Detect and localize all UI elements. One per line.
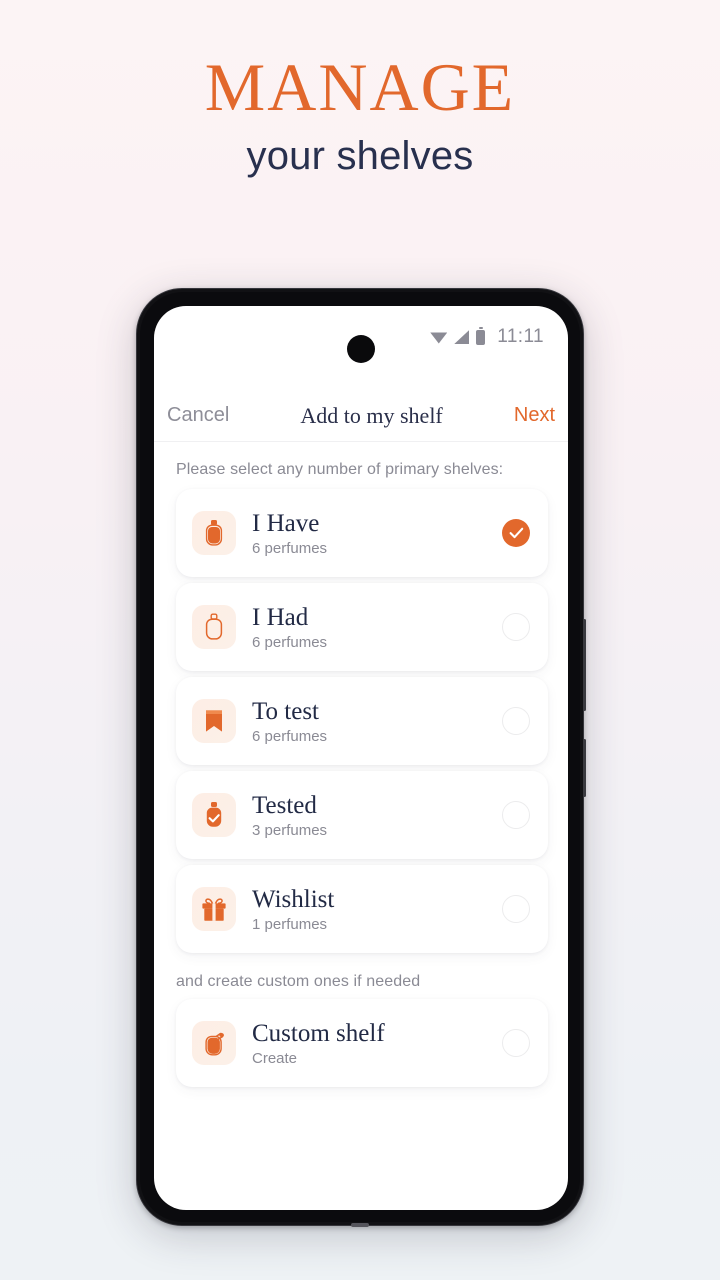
perfume-bottle-outline-icon (192, 605, 236, 649)
shelf-text: To test 6 perfumes (252, 697, 502, 746)
phone-screen: 11:11 Cancel Add to my shelf Next Please… (154, 306, 568, 1210)
shelf-count: 6 perfumes (252, 727, 328, 745)
signal-icon (454, 330, 470, 344)
shelf-text: I Have 6 perfumes (252, 509, 502, 558)
shelf-checkbox[interactable] (502, 707, 530, 735)
wifi-icon (430, 332, 448, 344)
perfume-bottle-check-icon (192, 793, 236, 837)
shelf-name: Wishlist (252, 885, 335, 913)
shelf-row-i-have[interactable]: I Have 6 perfumes (176, 489, 548, 577)
shelf-row-custom[interactable]: Custom shelf Create (176, 999, 548, 1087)
phone-bottom-port (351, 1223, 369, 1227)
shelf-row-tested[interactable]: Tested 3 perfumes (176, 771, 548, 859)
battery-icon (476, 327, 486, 345)
primary-shelves-label: Please select any number of primary shel… (176, 461, 504, 478)
power-button[interactable] (583, 739, 586, 797)
hero-heading: MANAGE your shelves (0, 48, 720, 182)
shelf-text: Wishlist 1 perfumes (252, 885, 502, 934)
navigation-bar: Cancel Add to my shelf Next (154, 390, 568, 442)
phone-mockup: 11:11 Cancel Add to my shelf Next Please… (136, 288, 586, 1227)
front-camera (347, 335, 375, 363)
shelf-name: I Had (252, 603, 309, 631)
shelf-text: Custom shelf Create (252, 1019, 502, 1068)
shelf-checkbox[interactable] (502, 1029, 530, 1057)
page-title: Add to my shelf (300, 402, 443, 428)
shelf-name: I Have (252, 509, 320, 537)
hero-title: MANAGE (204, 49, 516, 125)
status-time: 11:11 (497, 326, 544, 347)
hero-subtitle: your shelves (246, 134, 474, 178)
next-button[interactable]: Next (514, 404, 555, 427)
shelf-row-i-had[interactable]: I Had 6 perfumes (176, 583, 548, 671)
perfume-bottle-filled-icon (192, 511, 236, 555)
perfume-atomizer-icon (192, 1021, 236, 1065)
volume-button[interactable] (583, 619, 586, 711)
shelf-name: To test (252, 697, 319, 725)
shelf-list: Please select any number of primary shel… (154, 443, 568, 1210)
shelf-text: Tested 3 perfumes (252, 791, 502, 840)
shelf-count: 6 perfumes (252, 633, 328, 651)
shelf-count: 1 perfumes (252, 915, 328, 933)
gift-icon (192, 887, 236, 931)
shelf-count: 3 perfumes (252, 821, 328, 839)
cancel-button[interactable]: Cancel (167, 404, 229, 427)
shelf-checkbox[interactable] (502, 895, 530, 923)
shelf-name: Custom shelf (252, 1019, 385, 1047)
shelf-checkbox-selected[interactable] (502, 519, 530, 547)
shelf-name: Tested (252, 791, 317, 819)
shelf-checkbox[interactable] (502, 613, 530, 641)
shelf-row-to-test[interactable]: To test 6 perfumes (176, 677, 548, 765)
shelf-row-wishlist[interactable]: Wishlist 1 perfumes (176, 865, 548, 953)
bookmark-icon (192, 699, 236, 743)
custom-shelves-label: and create custom ones if needed (176, 973, 421, 990)
shelf-count: 6 perfumes (252, 539, 328, 557)
shelf-text: I Had 6 perfumes (252, 603, 502, 652)
shelf-checkbox[interactable] (502, 801, 530, 829)
shelf-action: Create (252, 1049, 298, 1067)
